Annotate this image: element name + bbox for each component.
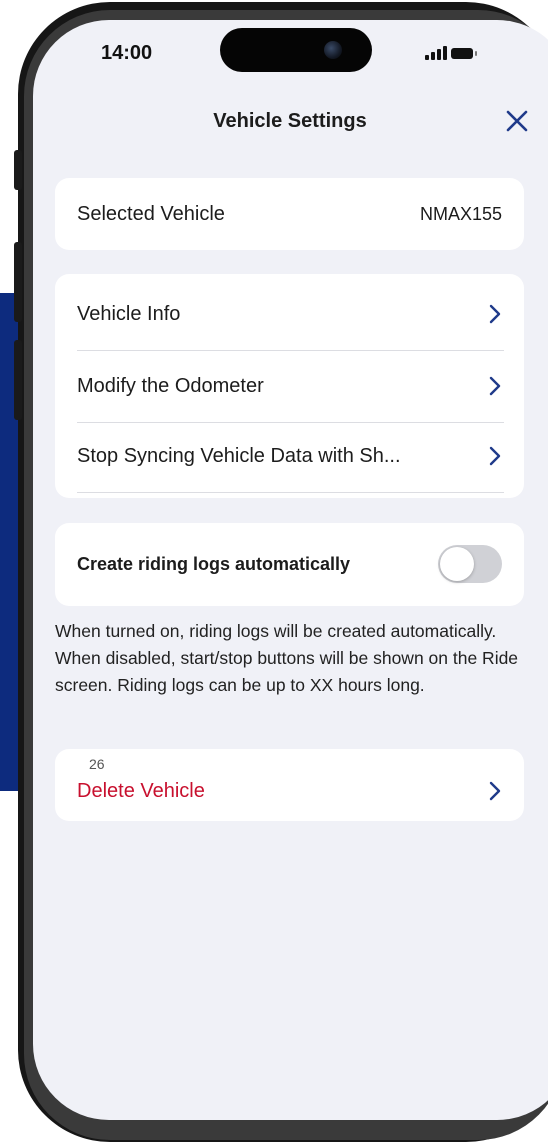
auto-log-toggle[interactable]: [438, 545, 502, 583]
vehicle-menu-card: Vehicle Info Modify the Odometer Stop Sy…: [55, 274, 524, 498]
menu-item-label: Modify the Odometer: [77, 374, 264, 397]
selected-vehicle-row[interactable]: Selected Vehicle NMAX155: [77, 178, 502, 250]
delete-vehicle-label: Delete Vehicle: [77, 779, 205, 802]
menu-item-vehicle-info[interactable]: Vehicle Info: [77, 278, 502, 350]
dynamic-island: [220, 28, 372, 72]
chevron-right-icon: [489, 446, 501, 466]
selected-vehicle-value: NMAX155: [419, 203, 502, 224]
close-icon: [506, 110, 528, 132]
chevron-right-icon: [489, 376, 501, 396]
page-title: Vehicle Settings: [213, 110, 367, 132]
battery-tip: [475, 51, 477, 56]
phone-screen: 14:00 Vehicle Settings Selected Vehicle …: [33, 20, 548, 1120]
toggle-knob: [440, 547, 474, 581]
menu-item-stop-syncing[interactable]: Stop Syncing Vehicle Data with Sh...: [77, 420, 502, 492]
auto-log-row: Create riding logs automatically: [77, 528, 502, 600]
divider: [77, 492, 504, 493]
auto-log-label: Create riding logs automatically: [77, 553, 351, 574]
status-indicators: [425, 46, 485, 62]
mute-switch: [14, 150, 22, 190]
selected-vehicle-label: Selected Vehicle: [77, 202, 225, 225]
delete-vehicle-card: 26 Delete Vehicle: [55, 749, 524, 821]
auto-log-description: When turned on, riding logs will be crea…: [55, 621, 519, 695]
chevron-right-icon: [489, 781, 501, 801]
close-button[interactable]: [503, 107, 531, 135]
volume-up-button: [14, 242, 22, 322]
battery-icon: [451, 48, 473, 59]
menu-item-label: Vehicle Info: [77, 302, 181, 325]
volume-down-button: [14, 340, 22, 420]
menu-item-label: Stop Syncing Vehicle Data with Sh...: [77, 444, 401, 467]
auto-log-card: Create riding logs automatically: [55, 523, 524, 606]
selected-vehicle-card[interactable]: Selected Vehicle NMAX155: [55, 178, 524, 250]
status-time: 14:00: [101, 42, 153, 64]
chevron-right-icon: [489, 304, 501, 324]
camera-icon: [324, 41, 342, 59]
signal-icon: [425, 46, 447, 60]
menu-item-modify-odometer[interactable]: Modify the Odometer: [77, 350, 502, 422]
delete-vehicle-button[interactable]: Delete Vehicle: [77, 755, 502, 827]
